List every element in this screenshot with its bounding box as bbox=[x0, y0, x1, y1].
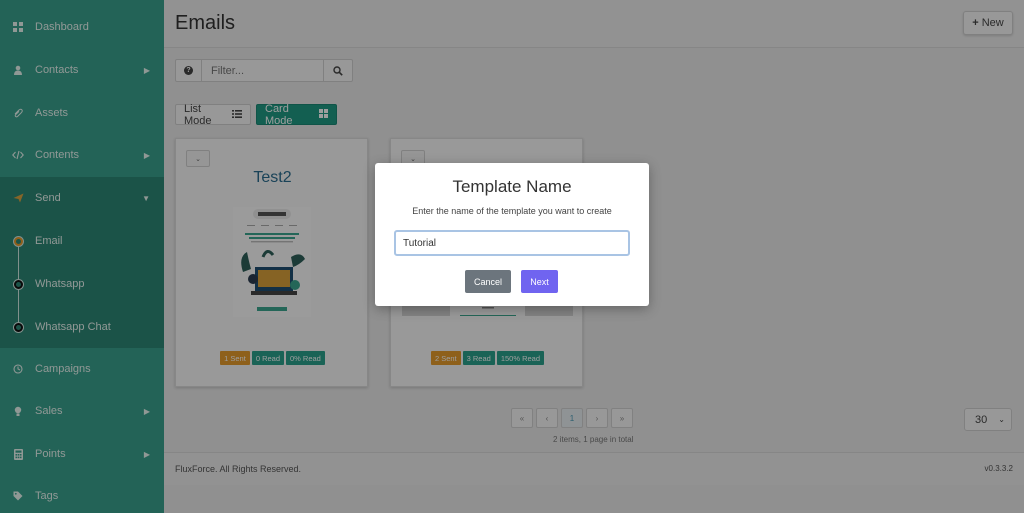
template-name-dialog: Template Name Enter the name of the temp… bbox=[375, 163, 649, 306]
template-name-input[interactable] bbox=[394, 230, 630, 256]
dialog-title: Template Name bbox=[452, 177, 572, 196]
next-button[interactable]: Next bbox=[521, 270, 558, 293]
cancel-button[interactable]: Cancel bbox=[465, 270, 511, 293]
dialog-description: Enter the name of the template you want … bbox=[412, 206, 612, 216]
